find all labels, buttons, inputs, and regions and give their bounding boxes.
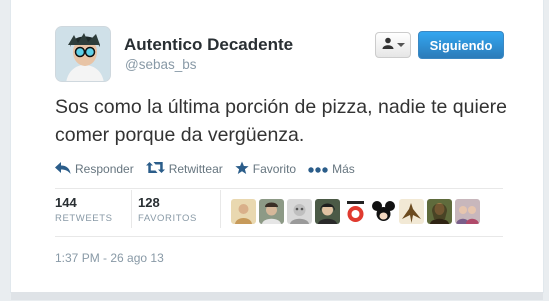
reply-label: Responder bbox=[75, 162, 134, 176]
retweet-label: Retwittear bbox=[168, 162, 223, 176]
retweets-stat[interactable]: 144 RETWEETS bbox=[55, 195, 113, 224]
reply-icon bbox=[55, 161, 75, 177]
user-screen-name[interactable]: @sebas_bs bbox=[125, 57, 197, 72]
favorites-label: FAVORITOS bbox=[138, 213, 197, 224]
user-avatar[interactable] bbox=[55, 26, 111, 82]
user-avatar-image bbox=[56, 27, 110, 81]
favorite-action[interactable]: Favorito bbox=[235, 161, 296, 178]
favoriter-avatar[interactable] bbox=[259, 199, 284, 224]
favoriter-avatar[interactable] bbox=[427, 199, 452, 224]
retweet-action[interactable]: Retwittear bbox=[145, 161, 223, 177]
user-actions-dropdown[interactable] bbox=[375, 32, 411, 58]
chevron-down-icon bbox=[396, 43, 405, 47]
user-dropdown-icon bbox=[382, 36, 394, 54]
following-button[interactable]: Siguiendo bbox=[418, 31, 504, 59]
stat-divider bbox=[131, 190, 132, 228]
divider bbox=[55, 236, 503, 237]
favoriters-list bbox=[231, 199, 480, 224]
more-action[interactable]: Más bbox=[308, 162, 355, 176]
retweets-label: RETWEETS bbox=[55, 213, 113, 224]
tweet-actions: Responder Retwittear Favorito Más bbox=[55, 160, 367, 178]
more-icon bbox=[308, 162, 332, 176]
favorites-stat[interactable]: 128 FAVORITOS bbox=[138, 195, 197, 224]
tweet-text: Sos como la última porción de pizza, nad… bbox=[55, 96, 508, 146]
retweets-count: 144 bbox=[55, 195, 77, 210]
more-label: Más bbox=[332, 162, 355, 176]
divider bbox=[55, 188, 503, 189]
stat-divider bbox=[220, 190, 221, 228]
favoriter-avatar[interactable] bbox=[287, 199, 312, 224]
star-icon bbox=[235, 161, 253, 178]
tweet-card: Autentico Decadente @sebas_bs Siguiendo … bbox=[10, 0, 544, 300]
user-name[interactable]: Autentico Decadente bbox=[124, 35, 293, 55]
favoriter-avatar[interactable] bbox=[315, 199, 340, 224]
favorites-count: 128 bbox=[138, 195, 160, 210]
retweet-icon bbox=[145, 161, 169, 177]
tweet-timestamp[interactable]: 1:37 PM - 26 ago 13 bbox=[55, 251, 164, 265]
favoriter-avatar[interactable] bbox=[455, 199, 480, 224]
reply-action[interactable]: Responder bbox=[55, 161, 134, 177]
favoriter-avatar[interactable] bbox=[231, 199, 256, 224]
favoriter-avatar[interactable] bbox=[399, 199, 424, 224]
favoriter-avatar[interactable] bbox=[343, 199, 368, 224]
favoriter-avatar[interactable] bbox=[371, 199, 396, 224]
favorite-label: Favorito bbox=[252, 162, 297, 176]
